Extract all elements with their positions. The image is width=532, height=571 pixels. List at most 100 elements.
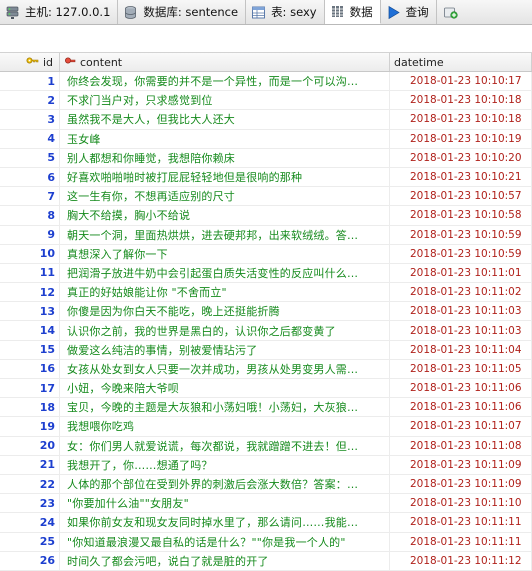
- cell-content[interactable]: 真想深入了解你一下: [60, 244, 390, 263]
- cell-id[interactable]: 23: [0, 494, 60, 513]
- cell-datetime[interactable]: 2018-01-23 10:10:57: [390, 187, 532, 206]
- table-row[interactable]: 16 女孩从处女到女人只要一次并成功，男孩从处男变男人需… 2018-01-23 1…: [0, 359, 532, 379]
- cell-datetime[interactable]: 2018-01-23 10:11:11: [390, 513, 532, 532]
- table-row[interactable]: 25 "你知道最浪漫又最自私的话是什么？""你是我一个人的" 2018-01-23 …: [0, 532, 532, 552]
- cell-id[interactable]: 18: [0, 398, 60, 417]
- cell-datetime[interactable]: 2018-01-23 10:10:20: [390, 148, 532, 167]
- cell-id[interactable]: 12: [0, 283, 60, 302]
- cell-id[interactable]: 19: [0, 417, 60, 436]
- cell-id[interactable]: 3: [0, 110, 60, 129]
- cell-content[interactable]: "你知道最浪漫又最自私的话是什么？""你是我一个人的": [60, 532, 390, 551]
- cell-datetime[interactable]: 2018-01-23 10:11:07: [390, 417, 532, 436]
- cell-datetime[interactable]: 2018-01-23 10:11:04: [390, 340, 532, 359]
- cell-content[interactable]: 时间久了都会污吧，说白了就是脏的开了: [60, 551, 390, 570]
- cell-content[interactable]: 我想喂你吃鸡: [60, 417, 390, 436]
- tab-host[interactable]: 主机: 127.0.0.1: [0, 0, 119, 24]
- cell-id[interactable]: 15: [0, 340, 60, 359]
- cell-datetime[interactable]: 2018-01-23 10:11:05: [390, 359, 532, 378]
- cell-id[interactable]: 14: [0, 321, 60, 340]
- cell-content[interactable]: 女孩从处女到女人只要一次并成功，男孩从处男变男人需…: [60, 359, 390, 378]
- table-row[interactable]: 6 好喜欢啪啪啪时被打屁屁轻轻地但是很响的那种 2018-01-23 10:10:2…: [0, 167, 532, 188]
- cell-datetime[interactable]: 2018-01-23 10:11:10: [390, 494, 532, 513]
- table-row[interactable]: 2 不求门当户对，只求感觉到位 2018-01-23 10:10:18: [0, 91, 532, 111]
- cell-datetime[interactable]: 2018-01-23 10:10:58: [390, 206, 532, 225]
- cell-content[interactable]: 我想开了，你……想通了吗？: [60, 455, 390, 474]
- cell-datetime[interactable]: 2018-01-23 10:10:59: [390, 244, 532, 263]
- cell-content[interactable]: 玉女峰: [60, 129, 390, 148]
- table-row[interactable]: 24 如果你前女友和现女友同时掉水里了，那么请问……我能… 2018-01-23 1…: [0, 513, 532, 533]
- cell-id[interactable]: 1: [0, 72, 60, 91]
- cell-id[interactable]: 8: [0, 206, 60, 225]
- table-row[interactable]: 3 虽然我不是大人，但我比大人还大 2018-01-23 10:10:18: [0, 110, 532, 130]
- cell-content[interactable]: 认识你之前，我的世界是黑白的，认识你之后都变黄了: [60, 321, 390, 340]
- cell-id[interactable]: 13: [0, 302, 60, 321]
- cell-id[interactable]: 11: [0, 263, 60, 283]
- cell-content[interactable]: 虽然我不是大人，但我比大人还大: [60, 110, 390, 129]
- table-row[interactable]: 26 时间久了都会污吧，说白了就是脏的开了 2018-01-23 10:11:12: [0, 551, 532, 571]
- cell-id[interactable]: 5: [0, 148, 60, 167]
- cell-content[interactable]: 把润滑子放进牛奶中会引起蛋白质失活变性的反应叫什么…: [60, 263, 390, 283]
- table-row[interactable]: 23 "你要加什么油""女朋友" 2018-01-23 10:11:10: [0, 494, 532, 514]
- cell-datetime[interactable]: 2018-01-23 10:10:18: [390, 110, 532, 129]
- cell-content[interactable]: 好喜欢啪啪啪时被打屁屁轻轻地但是很响的那种: [60, 167, 390, 187]
- table-row[interactable]: 18 宝贝，今晚的主题是大灰狼和小荡妇哦！小荡妇，大灰狼… 2018-01-23 1…: [0, 398, 532, 418]
- table-row[interactable]: 11 把润滑子放进牛奶中会引起蛋白质失活变性的反应叫什么… 2018-01-23 1…: [0, 263, 532, 284]
- cell-datetime[interactable]: 2018-01-23 10:10:19: [390, 129, 532, 148]
- table-row[interactable]: 22 人体的那个部位在受到外界的刺激后会涨大数倍？答案：… 2018-01-23 1…: [0, 474, 532, 495]
- cell-content[interactable]: 你傻是因为你白天不能吃，晚上还挺能折腾: [60, 302, 390, 321]
- cell-content[interactable]: 朝天一个洞，里面热烘烘，进去硬邦邦，出来软绒绒。答…: [60, 225, 390, 244]
- cell-datetime[interactable]: 2018-01-23 10:10:18: [390, 91, 532, 110]
- cell-datetime[interactable]: 2018-01-23 10:11:09: [390, 474, 532, 494]
- table-row[interactable]: 12 真正的好姑娘能让你 "不舍而立" 2018-01-23 10:11:02: [0, 283, 532, 303]
- data-grid[interactable]: id content datetime 1 你终会发现，你需要的并不是一个异性，而…: [0, 52, 532, 571]
- table-row[interactable]: 21 我想开了，你……想通了吗？ 2018-01-23 10:11:09: [0, 455, 532, 475]
- cell-id[interactable]: 25: [0, 532, 60, 551]
- cell-id[interactable]: 26: [0, 551, 60, 570]
- table-row[interactable]: 14 认识你之前，我的世界是黑白的，认识你之后都变黄了 2018-01-23 10:…: [0, 321, 532, 341]
- table-row[interactable]: 20 女：你们男人就爱说谎，每次都说，我就蹭蹭不进去！但… 2018-01-23 1…: [0, 436, 532, 456]
- cell-datetime[interactable]: 2018-01-23 10:11:12: [390, 551, 532, 570]
- cell-id[interactable]: 22: [0, 474, 60, 494]
- tab-database[interactable]: 数据库: sentence: [118, 0, 247, 24]
- cell-content[interactable]: 不求门当户对，只求感觉到位: [60, 91, 390, 110]
- table-row[interactable]: 19 我想喂你吃鸡 2018-01-23 10:11:07: [0, 417, 532, 437]
- tab-query[interactable]: 查询: [381, 0, 437, 24]
- table-row[interactable]: 7 这一生有你，不想再适应别的尺寸 2018-01-23 10:10:57: [0, 187, 532, 207]
- column-header-content[interactable]: content: [60, 53, 390, 71]
- table-row[interactable]: 8 胸大不给摸，胸小不给说 2018-01-23 10:10:58: [0, 206, 532, 226]
- cell-content[interactable]: 宝贝，今晚的主题是大灰狼和小荡妇哦！小荡妇，大灰狼…: [60, 398, 390, 417]
- cell-id[interactable]: 21: [0, 455, 60, 474]
- cell-id[interactable]: 2: [0, 91, 60, 110]
- cell-datetime[interactable]: 2018-01-23 10:10:59: [390, 225, 532, 244]
- table-row[interactable]: 4 玉女峰 2018-01-23 10:10:19: [0, 129, 532, 149]
- column-header-datetime[interactable]: datetime: [390, 53, 532, 71]
- cell-datetime[interactable]: 2018-01-23 10:11:03: [390, 302, 532, 321]
- cell-id[interactable]: 24: [0, 513, 60, 532]
- cell-content[interactable]: 人体的那个部位在受到外界的刺激后会涨大数倍？答案：…: [60, 474, 390, 494]
- table-row[interactable]: 17 小妞，今晚来陪大爷呗 2018-01-23 10:11:06: [0, 379, 532, 399]
- cell-datetime[interactable]: 2018-01-23 10:10:21: [390, 167, 532, 187]
- table-row[interactable]: 9 朝天一个洞，里面热烘烘，进去硬邦邦，出来软绒绒。答… 2018-01-23 10…: [0, 225, 532, 245]
- cell-content[interactable]: 别人都想和你睡觉，我想陪你赖床: [60, 148, 390, 167]
- cell-content[interactable]: 这一生有你，不想再适应别的尺寸: [60, 187, 390, 206]
- cell-content[interactable]: 做爱这么纯洁的事情，别被爱情玷污了: [60, 340, 390, 359]
- cell-datetime[interactable]: 2018-01-23 10:11:02: [390, 283, 532, 302]
- cell-content[interactable]: "你要加什么油""女朋友": [60, 494, 390, 513]
- cell-datetime[interactable]: 2018-01-23 10:11:03: [390, 321, 532, 340]
- table-row[interactable]: 10 真想深入了解你一下 2018-01-23 10:10:59: [0, 244, 532, 264]
- table-row[interactable]: 15 做爱这么纯洁的事情，别被爱情玷污了 2018-01-23 10:11:04: [0, 340, 532, 360]
- cell-id[interactable]: 9: [0, 225, 60, 244]
- cell-datetime[interactable]: 2018-01-23 10:11:06: [390, 379, 532, 398]
- cell-datetime[interactable]: 2018-01-23 10:11:01: [390, 263, 532, 283]
- table-row[interactable]: 13 你傻是因为你白天不能吃，晚上还挺能折腾 2018-01-23 10:11:03: [0, 302, 532, 322]
- cell-id[interactable]: 16: [0, 359, 60, 378]
- cell-datetime[interactable]: 2018-01-23 10:11:08: [390, 436, 532, 455]
- cell-id[interactable]: 10: [0, 244, 60, 263]
- cell-id[interactable]: 4: [0, 129, 60, 148]
- cell-content[interactable]: 你终会发现，你需要的并不是一个异性，而是一个可以沟…: [60, 72, 390, 91]
- cell-datetime[interactable]: 2018-01-23 10:11:09: [390, 455, 532, 474]
- cell-id[interactable]: 6: [0, 167, 60, 187]
- cell-content[interactable]: 胸大不给摸，胸小不给说: [60, 206, 390, 225]
- cell-datetime[interactable]: 2018-01-23 10:10:17: [390, 72, 532, 91]
- cell-datetime[interactable]: 2018-01-23 10:11:11: [390, 532, 532, 551]
